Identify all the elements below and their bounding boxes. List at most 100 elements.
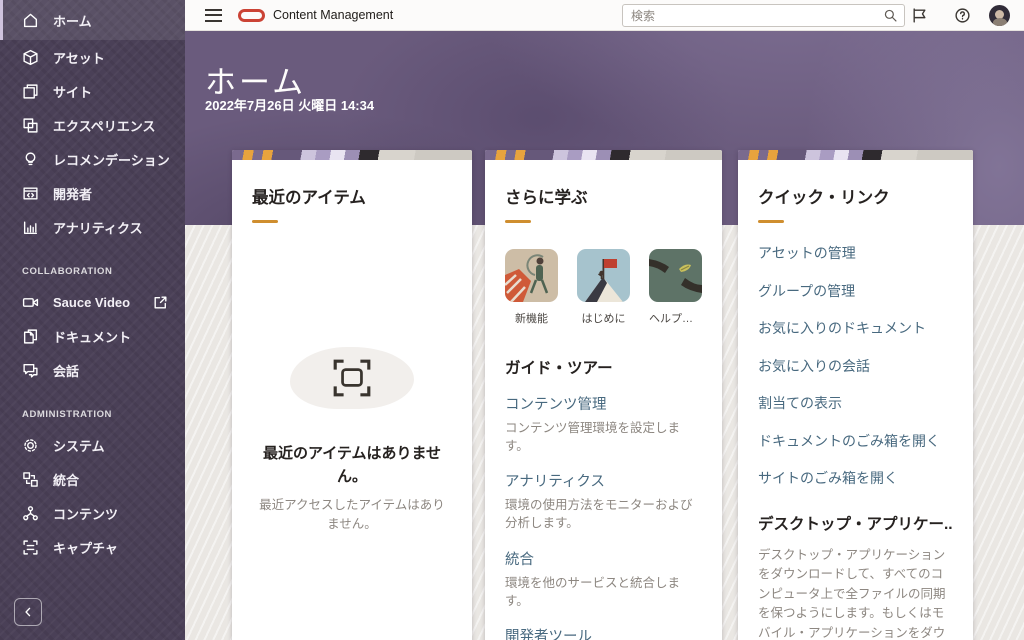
quick-links-card: クイック・リンク アセットの管理 グループの管理 お気に入りのドキュメント お気… <box>738 150 973 640</box>
accent-dash <box>505 220 531 223</box>
chat-bubbles-icon <box>22 362 39 379</box>
hero-date: 2022年7月26日 火曜日 14:34 <box>205 98 375 113</box>
sidebar-item-label: アナリティクス <box>53 220 143 236</box>
sidebar-item-sauce-video[interactable]: Sauce Video <box>0 285 185 319</box>
sidebar-item-assets[interactable]: アセット <box>0 40 185 74</box>
sidebar-item-documents[interactable]: ドキュメント <box>0 319 185 353</box>
sidebar-item-label: Sauce Video <box>53 294 131 310</box>
flag-icon[interactable] <box>911 7 928 24</box>
recent-items-title: 最近のアイテム <box>252 189 366 207</box>
quick-link-documents-trash[interactable]: ドキュメントのごみ箱を開く <box>758 431 953 451</box>
sidebar-item-label: 開発者 <box>53 186 93 202</box>
quick-link-favorite-documents[interactable]: お気に入りのドキュメント <box>758 318 953 338</box>
search-icon[interactable] <box>883 8 898 23</box>
sidebar-item-label: レコメンデーション <box>53 152 170 168</box>
sidebar-item-home[interactable]: ホーム <box>0 0 185 40</box>
sidebar-item-label: 会話 <box>53 363 80 379</box>
video-camera-icon <box>22 294 39 311</box>
sidebar-item-developer[interactable]: 開発者 <box>0 176 185 210</box>
tour-description: コンテンツ管理環境を設定します。 <box>505 421 681 454</box>
recent-items-card: 最近のアイテム 最近のアイテムはありません。 最近アクセスしたアイテムはありませ… <box>232 150 472 640</box>
quick-link-manage-assets[interactable]: アセットの管理 <box>758 243 953 263</box>
thumbnail-get-started[interactable]: はじめに <box>577 249 630 326</box>
lightbulb-icon <box>22 151 39 168</box>
card-decorative-strip <box>485 150 722 160</box>
search-box <box>622 4 905 27</box>
sidebar-item-label: ホーム <box>53 13 92 29</box>
empty-state-title: 最近のアイテムはありません。 <box>262 445 442 485</box>
sidebar-item-system[interactable]: システム <box>0 428 185 462</box>
tour-description: 環境の使用方法をモニターおよび分析します。 <box>505 498 693 531</box>
sidebar-item-label: システム <box>53 438 105 454</box>
app-title: Content Management <box>273 8 394 22</box>
sidebar-item-capture[interactable]: キャプチャ <box>0 530 185 564</box>
tour-link-developer-tools[interactable]: 開発者ツール <box>505 627 702 640</box>
desktop-app-title: デスクトップ・アプリケー... <box>758 516 953 533</box>
sidebar-item-recommendations[interactable]: レコメンデーション <box>0 142 185 176</box>
tour-link-content-management[interactable]: コンテンツ管理 <box>505 395 702 416</box>
sidebar-collapse-button[interactable] <box>14 598 42 626</box>
quick-links-list: アセットの管理 グループの管理 お気に入りのドキュメント お気に入りの会話 割当… <box>758 243 953 488</box>
quick-link-favorite-conversations[interactable]: お気に入りの会話 <box>758 356 953 376</box>
tour-item: コンテンツ管理 コンテンツ管理環境を設定します。 <box>505 395 702 455</box>
chevron-left-icon <box>21 605 35 619</box>
thumbnail-label: 新機能 <box>515 313 548 325</box>
card-decorative-strip <box>738 150 973 160</box>
code-window-icon <box>22 185 39 202</box>
scan-frame-icon <box>22 539 39 556</box>
sidebar-item-content[interactable]: コンテンツ <box>0 496 185 530</box>
quick-link-view-assignments[interactable]: 割当ての表示 <box>758 393 953 413</box>
scan-frame-icon <box>331 357 373 399</box>
home-icon <box>22 12 39 29</box>
learn-more-card: さらに学ぶ 新機能 はじめに ヘルプ・セ... ガイド・ツアー コンテンツ管理 <box>485 150 722 640</box>
empty-state-blob <box>290 347 414 409</box>
integration-arrows-icon <box>22 471 39 488</box>
sidebar-item-conversations[interactable]: 会話 <box>0 353 185 387</box>
topbar: Content Management <box>185 0 1024 31</box>
tour-link-integrations[interactable]: 統合 <box>505 550 702 571</box>
avatar[interactable] <box>989 5 1010 26</box>
oracle-logo <box>238 9 265 22</box>
accent-dash <box>252 220 278 223</box>
tour-item: アナリティクス 環境の使用方法をモニターおよび分析します。 <box>505 472 702 532</box>
help-icon[interactable] <box>954 7 971 24</box>
recent-empty-state: 最近のアイテムはありません。 最近アクセスしたアイテムはありません。 <box>252 347 452 534</box>
external-link-icon <box>152 294 169 311</box>
sidebar-item-sites[interactable]: サイト <box>0 74 185 108</box>
hamburger-menu-icon[interactable] <box>205 9 222 22</box>
quick-link-manage-groups[interactable]: グループの管理 <box>758 281 953 301</box>
sidebar-item-experiences[interactable]: エクスペリエンス <box>0 108 185 142</box>
sidebar: ホーム アセット サイト エクスペリエンス レコメンデーション 開発者 アナリテ… <box>0 0 185 640</box>
stacked-pages-icon <box>22 83 39 100</box>
thumbnail-whats-new[interactable]: 新機能 <box>505 249 558 326</box>
page: ホーム アセット サイト エクスペリエンス レコメンデーション 開発者 アナリテ… <box>0 0 1024 640</box>
tour-link-analytics[interactable]: アナリティクス <box>505 472 702 493</box>
help-center-illustration <box>649 249 702 302</box>
sidebar-item-label: サイト <box>53 84 93 100</box>
accent-dash <box>758 220 784 223</box>
whats-new-illustration <box>505 249 558 302</box>
document-icon <box>22 328 39 345</box>
quick-link-sites-trash[interactable]: サイトのごみ箱を開く <box>758 468 953 488</box>
thumbnail-label: はじめに <box>581 313 626 325</box>
search-input[interactable] <box>631 5 876 26</box>
card-decorative-strip <box>232 150 472 160</box>
sidebar-item-label: 統合 <box>53 472 80 488</box>
sidebar-item-label: ドキュメント <box>53 329 132 345</box>
sidebar-section-collaboration: COLLABORATION <box>22 266 113 277</box>
cube-icon <box>22 49 39 66</box>
sidebar-item-label: エクスペリエンス <box>53 118 156 134</box>
sidebar-item-analytics[interactable]: アナリティクス <box>0 210 185 244</box>
sidebar-item-label: コンテンツ <box>53 506 119 522</box>
sidebar-item-label: アセット <box>53 50 105 66</box>
overlapping-squares-icon <box>22 117 39 134</box>
tour-item: 統合 環境を他のサービスと統合します。 <box>505 550 702 610</box>
guided-tour-title: ガイド・ツアー <box>505 360 613 377</box>
tour-description: 環境を他のサービスと統合します。 <box>505 575 681 608</box>
gear-icon <box>22 437 39 454</box>
quick-links-title: クイック・リンク <box>758 189 890 207</box>
sidebar-item-integrations[interactable]: 統合 <box>0 462 185 496</box>
learn-more-title: さらに学ぶ <box>505 189 588 207</box>
thumbnail-help-center[interactable]: ヘルプ・セ... <box>649 249 702 326</box>
get-started-illustration <box>577 249 630 302</box>
